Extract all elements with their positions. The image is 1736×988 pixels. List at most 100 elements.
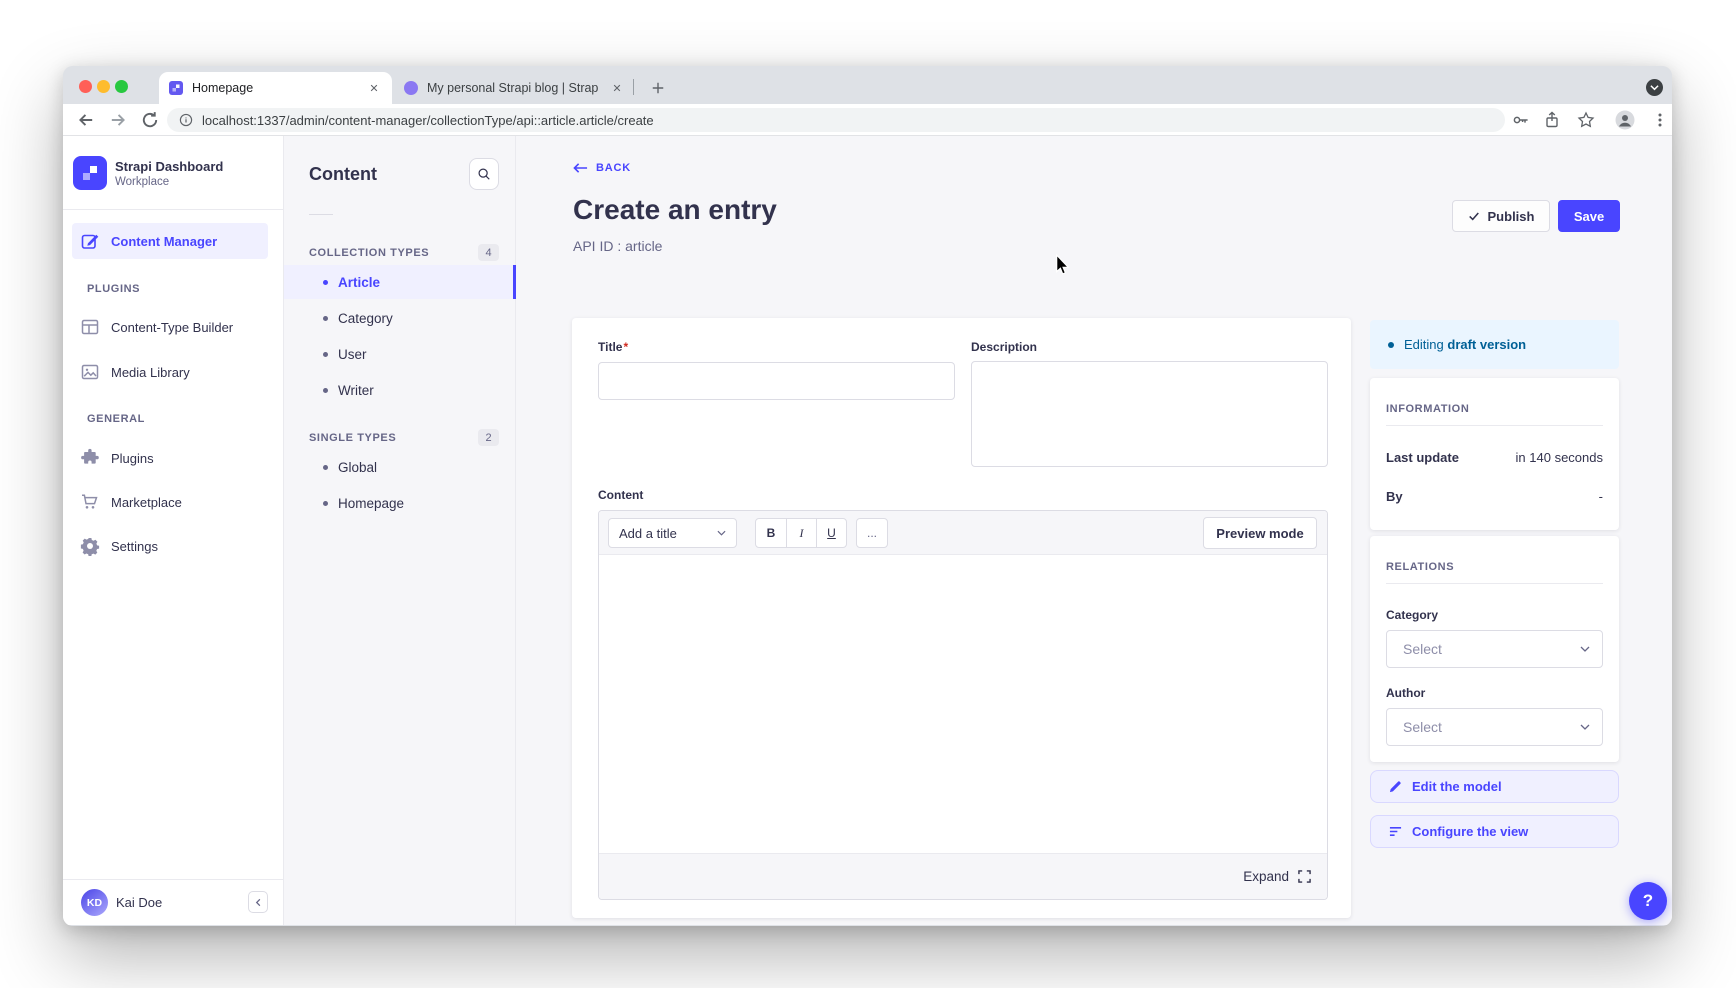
mouse-cursor <box>1053 254 1072 276</box>
sidebar-section-general: GENERAL <box>87 413 145 425</box>
bold-button[interactable]: B <box>756 519 786 547</box>
editor-footer: Expand <box>599 853 1327 899</box>
category-select[interactable]: Select <box>1386 630 1603 668</box>
site-info-icon[interactable] <box>179 113 193 127</box>
avatar[interactable]: KD <box>81 889 108 916</box>
new-tab-button[interactable] <box>645 75 671 101</box>
count-badge: 2 <box>478 429 499 446</box>
sidebar-item-marketplace[interactable]: Marketplace <box>72 484 268 520</box>
publish-button[interactable]: Publish <box>1452 200 1550 232</box>
content-subnav: Content COLLECTION TYPES 4 Article Categ… <box>284 136 516 925</box>
workspace-switcher[interactable]: Strapi Dashboard Workplace <box>73 156 223 190</box>
address-bar[interactable]: localhost:1337/admin/content-manager/col… <box>167 108 1505 132</box>
subnav-item-label: User <box>338 347 367 362</box>
editor-body[interactable] <box>599 555 1327 855</box>
publish-label: Publish <box>1488 209 1535 224</box>
user-name: Kai Doe <box>116 895 162 910</box>
browser-back-button[interactable] <box>77 111 95 129</box>
sidebar-item-content-manager[interactable]: Content Manager <box>72 223 268 259</box>
fullscreen-window-button[interactable] <box>115 80 128 93</box>
sidebar-item-media-library[interactable]: Media Library <box>72 354 268 390</box>
caret-down-icon <box>1580 646 1590 652</box>
preview-mode-button[interactable]: Preview mode <box>1203 517 1317 549</box>
heading-select-value: Add a title <box>619 526 677 541</box>
close-window-button[interactable] <box>79 80 92 93</box>
format-button-group: B I U <box>755 518 847 548</box>
expand-label[interactable]: Expand <box>1243 869 1289 884</box>
browser-reload-button[interactable] <box>141 111 159 129</box>
search-button[interactable] <box>469 158 499 190</box>
bookmark-star-icon[interactable] <box>1577 111 1595 129</box>
password-key-icon[interactable] <box>1512 111 1530 129</box>
tab-strapi-blog[interactable]: My personal Strapi blog | Strap <box>396 72 633 104</box>
info-label: Last update <box>1386 450 1459 465</box>
edit-model-button[interactable]: Edit the model <box>1370 770 1619 803</box>
heading-select[interactable]: Add a title <box>608 518 737 548</box>
sidebar-item-plugins[interactable]: Plugins <box>72 440 268 476</box>
subnav-item-writer[interactable]: Writer <box>284 373 516 407</box>
puzzle-icon <box>80 448 100 468</box>
title-input[interactable] <box>598 362 955 400</box>
sidebar-item-label: Marketplace <box>111 495 182 510</box>
save-button[interactable]: Save <box>1558 200 1620 232</box>
bullet-icon <box>323 316 328 321</box>
save-label: Save <box>1574 209 1604 224</box>
help-button[interactable]: ? <box>1629 882 1667 920</box>
edit-model-label: Edit the model <box>1412 779 1502 794</box>
subnav-item-category[interactable]: Category <box>284 301 516 335</box>
group-label: SINGLE TYPES <box>309 432 396 444</box>
tab-homepage[interactable]: Homepage <box>159 72 392 104</box>
category-relation-label: Category <box>1386 608 1603 622</box>
api-id-subtitle: API ID : article <box>573 238 662 254</box>
share-icon[interactable] <box>1543 111 1561 129</box>
bullet-icon <box>323 501 328 506</box>
browser-window: Homepage My personal Strapi blog | Strap <box>63 66 1672 926</box>
sidebar-item-content-type-builder[interactable]: Content-Type Builder <box>72 309 268 345</box>
configure-view-button[interactable]: Configure the view <box>1370 815 1619 848</box>
content-manager-pen-icon <box>80 231 100 251</box>
draft-dot-icon <box>1388 342 1394 348</box>
blog-favicon <box>404 81 418 95</box>
collapse-sidebar-button[interactable] <box>248 891 268 913</box>
bullet-icon <box>323 388 328 393</box>
title-field-label: Title* <box>598 340 628 354</box>
configure-icon <box>1389 825 1402 838</box>
subnav-item-user[interactable]: User <box>284 337 516 371</box>
editor-toolbar: Add a title B I U ... Preview mode <box>599 511 1327 555</box>
browser-menu-icon[interactable] <box>1652 111 1668 129</box>
browser-toolbar: localhost:1337/admin/content-manager/col… <box>63 104 1672 136</box>
close-tab-icon[interactable] <box>366 80 382 96</box>
relations-card: RELATIONS Category Select Author Select <box>1370 536 1619 762</box>
subnav-item-label: Homepage <box>338 496 404 511</box>
user-row: KD Kai Doe <box>63 886 283 926</box>
media-image-icon <box>80 362 100 382</box>
underline-button[interactable]: U <box>816 519 846 547</box>
tab-search-button[interactable] <box>1646 79 1663 96</box>
chevron-down-icon <box>1650 84 1659 91</box>
info-label: By <box>1386 489 1403 504</box>
strapi-app: Strapi Dashboard Workplace Content Manag… <box>63 136 1672 925</box>
browser-forward-button[interactable] <box>109 111 127 129</box>
back-link[interactable]: BACK <box>573 162 631 174</box>
select-placeholder: Select <box>1403 641 1442 657</box>
author-select[interactable]: Select <box>1386 708 1603 746</box>
description-textarea[interactable] <box>971 361 1328 467</box>
required-mark: * <box>623 340 628 354</box>
profile-avatar-icon[interactable] <box>1615 110 1635 130</box>
main-content: BACK Create an entry API ID : article Pu… <box>516 136 1672 925</box>
expand-icon[interactable] <box>1298 870 1311 883</box>
group-label: COLLECTION TYPES <box>309 247 429 259</box>
description-field-label: Description <box>971 340 1037 354</box>
sidebar-section-plugins: PLUGINS <box>87 283 140 295</box>
select-placeholder: Select <box>1403 719 1442 735</box>
more-formats-button[interactable]: ... <box>856 518 888 548</box>
sidebar-item-settings[interactable]: Settings <box>72 528 268 564</box>
minimize-window-button[interactable] <box>97 80 110 93</box>
italic-button[interactable]: I <box>786 519 816 547</box>
subnav-item-article[interactable]: Article <box>284 265 516 299</box>
sidebar-item-label: Media Library <box>111 365 190 380</box>
information-card: INFORMATION Last update in 140 seconds B… <box>1370 378 1619 530</box>
subnav-item-global[interactable]: Global <box>284 450 516 484</box>
subnav-item-homepage[interactable]: Homepage <box>284 486 516 520</box>
close-tab-icon[interactable] <box>609 80 625 96</box>
